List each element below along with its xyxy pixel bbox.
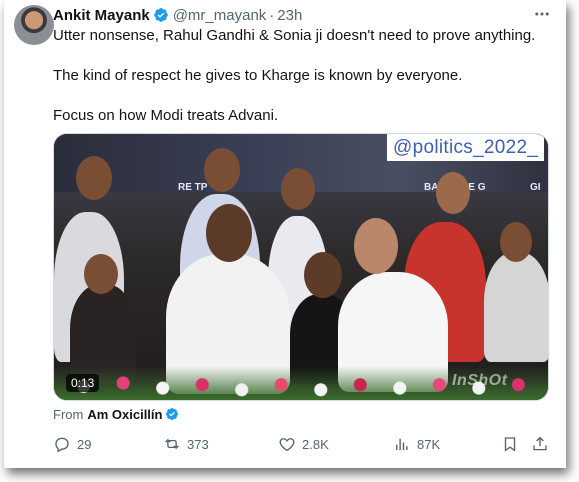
reply-icon [55,437,69,453]
video-figure [204,148,240,192]
more-icon[interactable] [531,5,553,23]
from-attribution: From Am Oxicillín [53,405,179,423]
author-handle[interactable]: @mr_mayank [173,7,267,24]
tweet-actions: 29 373 2.8K 87K [53,432,553,456]
verified-badge-icon [153,8,168,22]
app-watermark: InShOt [452,372,508,389]
reply-button[interactable]: 29 [53,432,91,456]
like-icon [279,438,295,452]
banner-text: RE TP [178,182,208,193]
video-figure [281,168,315,210]
tweet-paragraph: Utter nonsense, Rahul Gandhi & Sonia ji … [53,27,536,44]
video-figure [484,252,548,362]
verified-badge-icon [166,408,179,420]
share-button[interactable] [531,432,549,456]
banner-text: GI [530,182,541,193]
avatar[interactable] [14,5,54,45]
views-count: 87K [417,436,441,452]
from-source-link[interactable]: Am Oxicillín [87,407,162,422]
video-figure [500,222,532,262]
bookmark-button[interactable] [501,432,519,456]
tweet-card[interactable]: Ankit Mayank @mr_mayank · 23h Utter nons… [4,0,566,468]
video-figure [354,218,398,274]
video-figure [206,204,252,262]
views-button[interactable]: 87K [393,432,440,456]
like-count: 2.8K [302,436,329,452]
tweet-text: Utter nonsense, Rahul Gandhi & Sonia ji … [53,26,553,126]
repost-count: 373 [187,436,209,452]
like-button[interactable]: 2.8K [278,432,329,456]
separator-dot: · [269,6,275,24]
bookmark-icon [504,437,516,452]
repost-button[interactable]: 373 [163,432,209,456]
video-figure [436,172,470,214]
video-figure [76,156,112,200]
from-label: From [53,406,84,422]
tweet-header: Ankit Mayank @mr_mayank · 23h [53,5,302,25]
repost-icon [165,438,179,450]
tweet-timestamp[interactable]: 23h [277,7,302,24]
video-watermark: @politics_2022_ [387,134,545,161]
views-icon [396,438,408,450]
video-duration-badge: 0:13 [66,374,100,392]
share-icon [533,436,547,451]
video-player[interactable]: RE TP BAVIKERE G GI @politics_2022_ InSh… [53,133,549,401]
video-figure [84,254,118,294]
tweet-paragraph: Focus on how Modi treats Advani. [53,107,279,124]
author-name[interactable]: Ankit Mayank [53,7,150,24]
reply-count: 29 [77,436,92,452]
video-figure [304,252,342,298]
tweet-paragraph: The kind of respect he gives to Kharge i… [53,67,463,84]
